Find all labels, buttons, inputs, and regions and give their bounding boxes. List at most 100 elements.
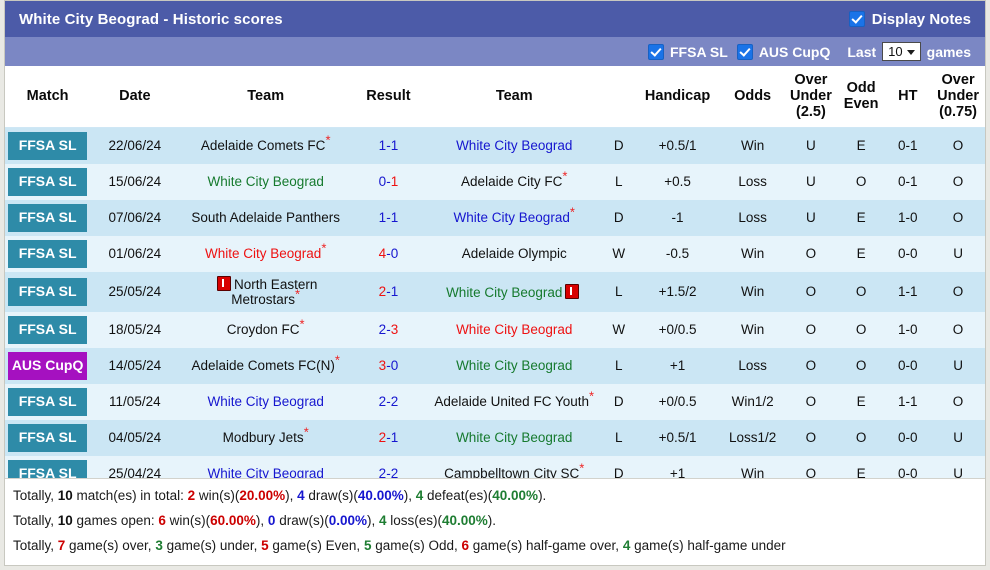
col-header-over-under-25[interactable]: Over Under (2.5) (784, 66, 838, 128)
result-cell[interactable]: 2-2 (351, 456, 425, 479)
col-header-ht[interactable]: HT (884, 66, 932, 128)
result-cell[interactable]: 1-1 (351, 127, 425, 164)
home-team-cell[interactable]: Adelaide Comets FC* (179, 127, 352, 164)
home-team-cell[interactable]: White City Beograd (179, 456, 352, 479)
team-name[interactable]: North Eastern Metrostars (231, 277, 317, 308)
table-row[interactable]: FFSA SL 04/05/24 Modbury Jets* 2-1 White Cit… (5, 420, 985, 457)
away-team-cell[interactable]: White City Beograd (424, 348, 604, 385)
away-team-cell[interactable]: Adelaide Olympic (424, 235, 604, 272)
away-team-cell[interactable]: White City Beograd* (424, 199, 604, 236)
league-badge[interactable]: FFSA SL (8, 239, 88, 268)
col-header-odd-even[interactable]: Odd Even (837, 66, 885, 128)
col-header-over-under-075[interactable]: Over Under (0.75) (931, 66, 985, 128)
result-cell[interactable]: 4-0 (351, 235, 425, 272)
team-name[interactable]: White City Beograd (208, 174, 324, 189)
table-row[interactable]: AUS CupQ 14/05/24 Adelaide Comets FC(N)* 3-… (5, 348, 985, 385)
col-header-team-home[interactable]: Team (179, 66, 352, 128)
col-header-result[interactable]: Result (351, 66, 425, 128)
home-team-cell[interactable]: White City Beograd (179, 163, 352, 200)
league-badge[interactable]: FFSA SL (8, 424, 88, 453)
col-header-match[interactable]: Match (5, 66, 91, 128)
result-cell[interactable]: 2-1 (351, 420, 425, 457)
league-badge[interactable]: FFSA SL (8, 316, 88, 345)
col-header-handicap[interactable]: Handicap (633, 66, 722, 128)
home-team-cell[interactable]: White City Beograd* (179, 235, 352, 272)
home-team-cell[interactable]: Adelaide Comets FC(N)* (179, 348, 352, 385)
result-cell[interactable]: 2-2 (351, 384, 425, 421)
table-row[interactable]: FFSA SL 18/05/24 Croydon FC* 2-3 White City … (5, 312, 985, 349)
league-cell[interactable]: FFSA SL (5, 163, 91, 200)
team-name[interactable]: Adelaide United FC Youth (434, 394, 589, 409)
team-name[interactable]: White City Beograd (456, 430, 572, 445)
result-cell[interactable]: 1-1 (351, 199, 425, 236)
col-header-team-away[interactable]: Team (424, 66, 604, 128)
away-team-cell[interactable]: Adelaide City FC* (424, 163, 604, 200)
team-name[interactable]: Croydon FC (227, 322, 300, 337)
team-name[interactable]: White City Beograd (446, 285, 562, 300)
league-cell[interactable]: FFSA SL (5, 384, 91, 421)
league-cell[interactable]: FFSA SL (5, 271, 91, 313)
result-cell[interactable]: 2-1 (351, 271, 425, 313)
league-badge[interactable]: FFSA SL (8, 277, 88, 306)
table-row[interactable]: FFSA SL 15/06/24 White City Beograd 0-1 Adel… (5, 163, 985, 200)
result-cell[interactable]: 0-1 (351, 163, 425, 200)
team-name[interactable]: Adelaide City FC (461, 174, 562, 189)
team-name[interactable]: White City Beograd (456, 358, 572, 373)
league-cell[interactable]: FFSA SL (5, 127, 91, 164)
filter-ffsa-sl[interactable]: FFSA SL (648, 43, 728, 60)
team-name[interactable]: South Adelaide Panthers (191, 210, 340, 225)
league-badge[interactable]: FFSA SL (8, 460, 88, 479)
team-name[interactable]: White City Beograd (208, 466, 324, 478)
league-cell[interactable]: FFSA SL (5, 312, 91, 349)
home-team-cell[interactable]: Croydon FC* (179, 312, 352, 349)
aus-cupq-checkbox[interactable] (736, 43, 753, 60)
team-name[interactable]: Campbelltown City SC (444, 466, 579, 478)
team-name[interactable]: White City Beograd (456, 138, 572, 153)
ffsa-sl-checkbox[interactable] (648, 43, 664, 60)
away-team-cell[interactable]: White City Beograd (424, 312, 604, 349)
home-team-cell[interactable]: Modbury Jets* (179, 420, 352, 457)
games-count-select[interactable]: 10 (882, 42, 921, 61)
away-team-cell[interactable]: White City Beograd (424, 420, 604, 457)
team-name[interactable]: White City Beograd (208, 394, 324, 409)
league-cell[interactable]: FFSA SL (5, 235, 91, 272)
home-team-cell[interactable]: White City Beograd (179, 384, 352, 421)
team-name[interactable]: Modbury Jets (223, 430, 304, 445)
league-cell[interactable]: AUS CupQ (5, 348, 91, 385)
league-cell[interactable]: FFSA SL (5, 456, 91, 479)
col-header-date[interactable]: Date (90, 66, 180, 128)
away-team-cell[interactable]: White City Beograd (424, 127, 604, 164)
league-badge[interactable]: AUS CupQ (8, 352, 88, 381)
table-row[interactable]: FFSA SL 01/06/24 White City Beograd* 4-0 Ade… (5, 235, 985, 272)
team-name[interactable]: Adelaide Comets FC(N) (192, 358, 335, 373)
table-row[interactable]: FFSA SL 22/06/24 Adelaide Comets FC* 1-1 Whi… (5, 127, 985, 164)
result-cell[interactable]: 3-0 (351, 348, 425, 385)
col-header-odds[interactable]: Odds (721, 66, 785, 128)
team-name[interactable]: White City Beograd (205, 246, 321, 261)
table-row[interactable]: FFSA SL 25/05/24 North Eastern Metrostars*… (5, 271, 985, 313)
team-name[interactable]: White City Beograd (456, 322, 572, 337)
away-team-cell[interactable]: Campbelltown City SC* (424, 456, 604, 479)
display-notes-checkbox[interactable] (848, 11, 865, 27)
league-cell[interactable]: FFSA SL (5, 199, 91, 236)
last-games-control[interactable]: Last 10 games (847, 42, 971, 61)
away-team-cell[interactable]: Adelaide United FC Youth* (424, 384, 604, 421)
display-notes-control[interactable]: Display Notes (848, 11, 971, 28)
league-badge[interactable]: FFSA SL (8, 203, 88, 232)
team-name[interactable]: White City Beograd (454, 210, 570, 225)
result-cell[interactable]: 2-3 (351, 312, 425, 349)
away-team-cell[interactable]: White City Beograd (424, 271, 604, 313)
league-badge[interactable]: FFSA SL (8, 167, 88, 196)
league-cell[interactable]: FFSA SL (5, 420, 91, 457)
team-name[interactable]: Adelaide Comets FC (201, 138, 326, 153)
table-row[interactable]: FFSA SL 25/04/24 White City Beograd 2-2 Camp… (5, 456, 985, 479)
filter-aus-cupq[interactable]: AUS CupQ (736, 43, 830, 60)
table-row[interactable]: FFSA SL 11/05/24 White City Beograd 2-2 Adel… (5, 384, 985, 421)
league-badge[interactable]: FFSA SL (8, 131, 88, 160)
table-row[interactable]: FFSA SL 07/06/24 South Adelaide Panthers 1-… (5, 199, 985, 236)
odds-value: Loss1/2 (721, 420, 785, 457)
team-name[interactable]: Adelaide Olympic (462, 246, 567, 261)
home-team-cell[interactable]: North Eastern Metrostars* (179, 271, 352, 313)
home-team-cell[interactable]: South Adelaide Panthers (179, 199, 352, 236)
league-badge[interactable]: FFSA SL (8, 388, 88, 417)
